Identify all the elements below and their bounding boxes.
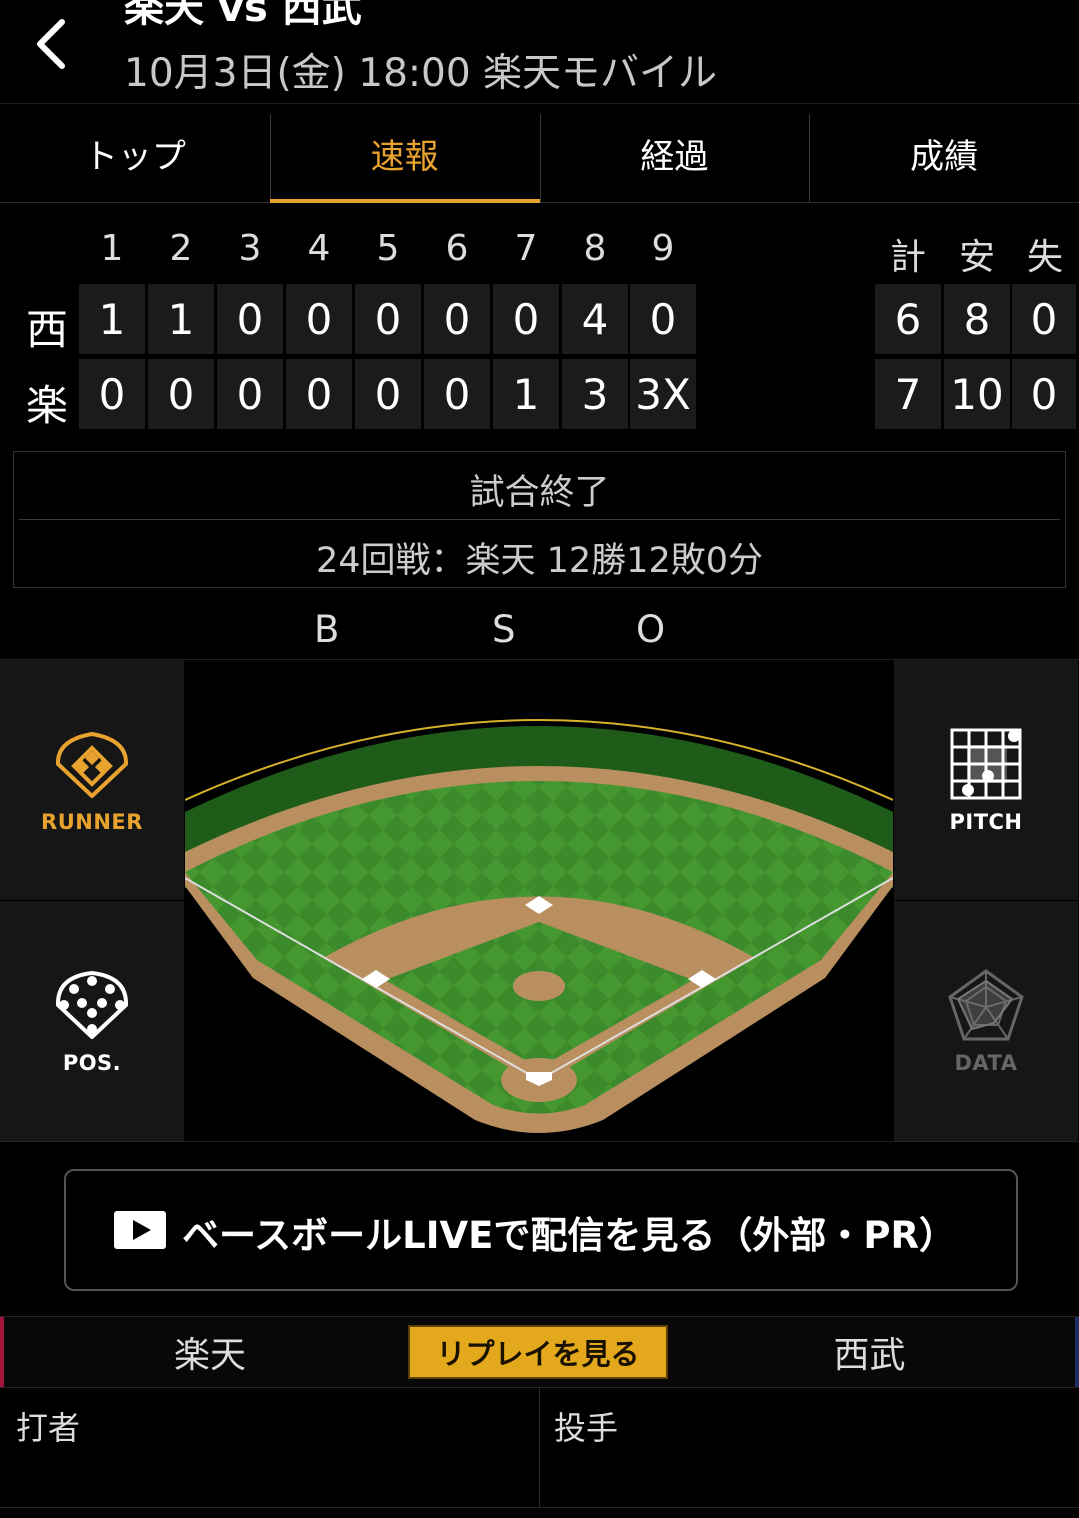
inning-header: 6 — [445, 228, 469, 269]
errors-header: 失 — [1026, 237, 1063, 278]
score-cell: 0 — [355, 359, 421, 429]
ball-count-label: B — [314, 608, 340, 651]
baseball-field — [185, 719, 893, 1133]
inning-header: 1 — [100, 228, 124, 269]
tab-progress[interactable]: 経過 — [539, 104, 810, 202]
tab-seibu[interactable]: 西武 — [664, 1317, 1079, 1387]
batter-label: 打者 — [16, 1409, 81, 1447]
page-title: 楽天 vs 西武 — [124, 0, 362, 31]
game-status-box: 試合終了 24回戦：楽天 12勝12敗0分 — [13, 451, 1066, 588]
hits-cell: 8 — [944, 284, 1010, 354]
header: 楽天 vs 西武 10月3日(金) 18:00 楽天モバイル — [0, 0, 1079, 104]
score-cell: 0 — [424, 284, 490, 354]
total-runs-cell: 6 — [875, 284, 941, 354]
tab-live[interactable]: 速報 — [269, 104, 540, 203]
errors-cell: 0 — [1012, 359, 1076, 429]
positions-icon — [55, 971, 129, 1039]
score-cell: 0 — [286, 284, 352, 354]
score-cell: 3X — [630, 359, 696, 429]
tab-stats[interactable]: 成績 — [809, 104, 1079, 202]
runner-icon — [55, 732, 129, 798]
game-info: 10月3日(金) 18:00 楽天モバイル — [124, 51, 718, 96]
score-cell: 0 — [493, 284, 559, 354]
score-cell: 0 — [79, 359, 145, 429]
data-label: DATA — [954, 1051, 1018, 1075]
status-divider — [19, 519, 1060, 520]
watch-live-label: ベースボールLIVEで配信を見る（外部・PR） — [182, 1214, 957, 1257]
game-status: 試合終了 — [469, 473, 610, 513]
team-tabs: 楽天 西武 リプレイを見る — [0, 1316, 1079, 1388]
pitch-button[interactable]: PITCH — [894, 660, 1078, 900]
inning-header: 5 — [376, 228, 400, 269]
score-cell: 0 — [630, 284, 696, 354]
score-cell: 1 — [79, 284, 145, 354]
score-cell: 0 — [217, 284, 283, 354]
player-panels: 打者 投手 — [0, 1387, 1079, 1508]
score-cell: 0 — [148, 359, 214, 429]
score-cell: 3 — [562, 359, 628, 429]
tab-rakuten[interactable]: 楽天 — [0, 1317, 416, 1387]
hits-header: 安 — [958, 237, 995, 278]
total-runs-header: 計 — [889, 237, 926, 278]
season-record: 24回戦：楽天 12勝12敗0分 — [315, 541, 763, 581]
out-count-label: O — [636, 608, 666, 651]
score-cell: 0 — [424, 359, 490, 429]
inning-header: 9 — [651, 228, 675, 269]
score-cell: 4 — [562, 284, 628, 354]
pos-label: POS. — [62, 1051, 122, 1075]
data-button[interactable]: DATA — [894, 901, 1078, 1141]
tab-bar: トップ 速報 経過 成績 — [0, 104, 1079, 203]
play-icon — [114, 1211, 166, 1249]
inning-header: 8 — [583, 228, 607, 269]
runner-button[interactable]: RUNNER — [0, 660, 184, 900]
strike-count-label: S — [492, 608, 516, 651]
total-runs-cell: 7 — [875, 359, 941, 429]
runner-label: RUNNER — [41, 810, 143, 834]
score-cell: 0 — [217, 359, 283, 429]
inning-header: 4 — [307, 228, 331, 269]
team-label-home: 楽 — [25, 381, 68, 430]
inning-header: 3 — [238, 228, 262, 269]
watch-live-button[interactable]: ベースボールLIVEで配信を見る（外部・PR） — [64, 1169, 1018, 1291]
pitcher-label: 投手 — [554, 1409, 619, 1447]
score-cell: 0 — [355, 284, 421, 354]
pitchers-mound — [513, 971, 565, 1001]
pitch-grid-icon — [950, 728, 1022, 800]
pitch-label: PITCH — [949, 810, 1023, 834]
tab-top[interactable]: トップ — [0, 104, 270, 202]
panel-divider — [539, 1387, 540, 1507]
inning-header: 7 — [514, 228, 538, 269]
score-cell: 0 — [286, 359, 352, 429]
errors-cell: 0 — [1012, 284, 1076, 354]
score-cell: 1 — [148, 284, 214, 354]
team-label-away: 西 — [25, 305, 68, 354]
radar-chart-icon — [948, 969, 1024, 1041]
score-cell: 1 — [493, 359, 559, 429]
inning-header: 2 — [169, 228, 193, 269]
field-area: RUNNER POS. PITCH DATA — [0, 659, 1079, 1142]
replay-button[interactable]: リプレイを見る — [408, 1325, 668, 1379]
hits-cell: 10 — [944, 359, 1010, 429]
back-arrow-icon[interactable] — [28, 14, 80, 74]
pos-button[interactable]: POS. — [0, 901, 184, 1141]
